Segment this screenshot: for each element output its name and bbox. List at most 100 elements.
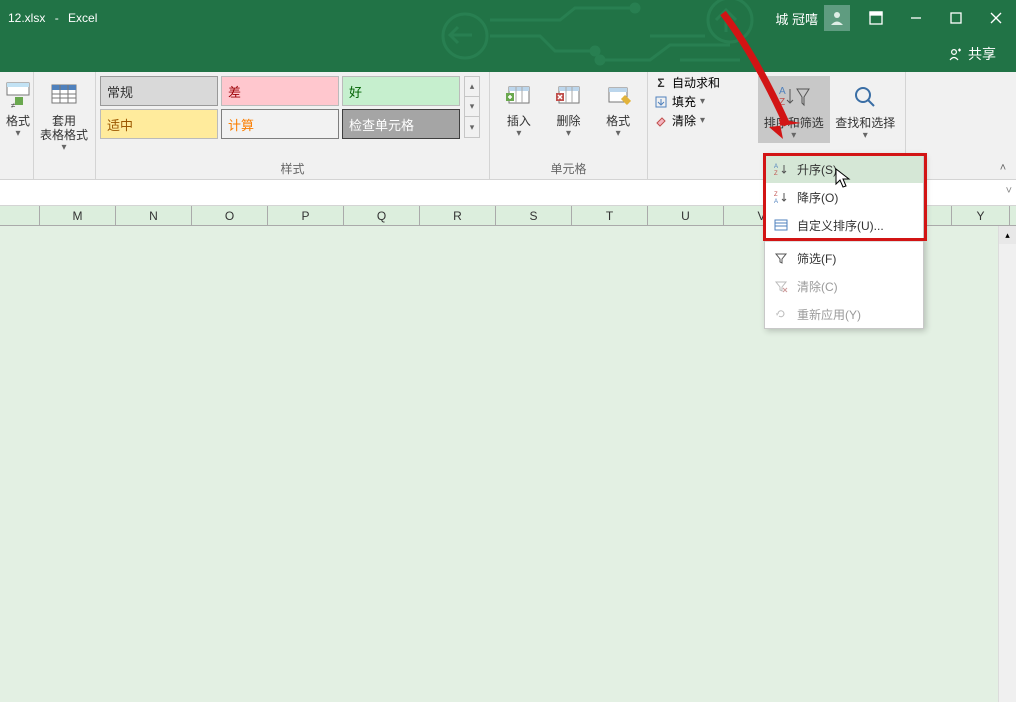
style-good[interactable]: 好 bbox=[342, 76, 460, 106]
group-label-cells: 单元格 bbox=[490, 157, 647, 179]
share-icon bbox=[948, 47, 962, 61]
vertical-scrollbar[interactable]: ▴ bbox=[998, 226, 1016, 702]
style-calculation[interactable]: 计算 bbox=[221, 109, 339, 139]
insert-icon bbox=[506, 78, 532, 112]
col-header[interactable]: R bbox=[420, 206, 496, 225]
table-format-icon bbox=[50, 78, 78, 112]
fill-down-icon bbox=[654, 95, 668, 109]
clear-filter-icon bbox=[773, 278, 789, 294]
svg-text:Z: Z bbox=[774, 171, 778, 176]
window-title: 12.xlsx - Excel bbox=[0, 11, 97, 25]
group-table-format: 套用表格格式 ▾ bbox=[34, 72, 96, 179]
user-avatar-icon bbox=[824, 5, 850, 31]
find-select-button[interactable]: 查找和选择 ▾ bbox=[830, 76, 902, 143]
format-icon bbox=[605, 78, 631, 112]
sigma-icon: Σ bbox=[654, 76, 668, 90]
format-button[interactable]: 格式 ▾ bbox=[593, 76, 643, 141]
menu-custom-sort[interactable]: 自定义排序(U)... bbox=[765, 211, 923, 239]
group-cells: 插入 ▾ 删除 ▾ 格式 ▾ 单元格 bbox=[490, 72, 648, 179]
share-button[interactable]: 共享 bbox=[948, 44, 996, 64]
menu-label: 筛选(F) bbox=[797, 250, 836, 267]
svg-text:Z: Z bbox=[774, 192, 778, 198]
menu-filter[interactable]: 筛选(F) bbox=[765, 244, 923, 272]
clear-button[interactable]: 清除 ▾ bbox=[652, 112, 705, 129]
delete-button[interactable]: 删除 ▾ bbox=[544, 76, 594, 141]
menu-label: 重新应用(Y) bbox=[797, 306, 861, 323]
minimize-button[interactable] bbox=[896, 0, 936, 36]
expand-formula-icon[interactable]: ˅ bbox=[1006, 185, 1012, 197]
chevron-down-icon: ▾ bbox=[863, 130, 868, 141]
menu-reapply: 重新应用(Y) bbox=[765, 300, 923, 328]
share-row: 共享 bbox=[0, 36, 1016, 72]
scroll-up-icon[interactable]: ▴ bbox=[999, 226, 1016, 244]
gallery-more-icon[interactable]: ▾ bbox=[465, 117, 479, 137]
col-header[interactable]: S bbox=[496, 206, 572, 225]
close-button[interactable] bbox=[976, 0, 1016, 36]
sort-asc-icon: AZ bbox=[773, 161, 789, 177]
sort-filter-icon: AZ bbox=[777, 80, 811, 114]
custom-sort-icon bbox=[773, 217, 789, 233]
sort-filter-button[interactable]: AZ 排序和筛选 ▾ bbox=[758, 76, 830, 143]
reapply-icon bbox=[773, 306, 789, 322]
chevron-down-icon: ▾ bbox=[566, 128, 571, 139]
col-header[interactable]: M bbox=[40, 206, 116, 225]
conditional-format-button[interactable]: ≠ 格式 ▾ bbox=[4, 76, 32, 141]
col-header[interactable]: T bbox=[572, 206, 648, 225]
table-format-button[interactable]: 套用表格格式 ▾ bbox=[38, 76, 90, 155]
user-account[interactable]: 城 冠嘻 bbox=[769, 4, 856, 32]
group-label-styles: 样式 bbox=[96, 157, 489, 179]
menu-separator bbox=[765, 241, 923, 242]
menu-label: 清除(C) bbox=[797, 278, 838, 295]
chevron-down-icon: ▾ bbox=[616, 128, 621, 139]
col-header[interactable]: U bbox=[648, 206, 724, 225]
col-header[interactable]: Q bbox=[344, 206, 420, 225]
insert-button[interactable]: 插入 ▾ bbox=[494, 76, 544, 141]
app-name: Excel bbox=[68, 11, 97, 25]
col-header[interactable]: N bbox=[116, 206, 192, 225]
group-styles: 常规 差 好 适中 计算 检查单元格 ▴ ▾ ▾ 样式 bbox=[96, 72, 490, 179]
sort-filter-menu: AZ 升序(S) ZA 降序(O) 自定义排序(U)... 筛选(F) 清除(C… bbox=[764, 154, 924, 329]
share-label: 共享 bbox=[968, 44, 996, 64]
autosum-button[interactable]: Σ 自动求和 bbox=[652, 74, 720, 91]
gallery-up-icon[interactable]: ▴ bbox=[465, 77, 479, 97]
style-bad[interactable]: 差 bbox=[221, 76, 339, 106]
sort-desc-icon: ZA bbox=[773, 189, 789, 205]
svg-text:≠: ≠ bbox=[11, 101, 16, 109]
svg-text:A: A bbox=[774, 199, 778, 204]
user-name: 城 冠嘻 bbox=[775, 9, 818, 28]
col-header[interactable]: O bbox=[192, 206, 268, 225]
chevron-down-icon: ▾ bbox=[700, 96, 705, 107]
chevron-down-icon: ▾ bbox=[791, 130, 796, 141]
fill-button[interactable]: 填充 ▾ bbox=[652, 93, 705, 110]
col-header[interactable]: Y bbox=[952, 206, 1010, 225]
svg-text:Z: Z bbox=[779, 97, 785, 108]
menu-label: 升序(S) bbox=[797, 161, 837, 178]
chevron-down-icon: ▾ bbox=[15, 128, 20, 139]
col-header[interactable] bbox=[0, 206, 40, 225]
eraser-icon bbox=[654, 114, 668, 128]
menu-sort-ascending[interactable]: AZ 升序(S) bbox=[765, 155, 923, 183]
menu-label: 降序(O) bbox=[797, 189, 838, 206]
style-normal[interactable]: 常规 bbox=[100, 76, 218, 106]
menu-clear: 清除(C) bbox=[765, 272, 923, 300]
style-neutral[interactable]: 适中 bbox=[100, 109, 218, 139]
filter-icon bbox=[773, 250, 789, 266]
gallery-down-icon[interactable]: ▾ bbox=[465, 97, 479, 117]
gallery-spinner[interactable]: ▴ ▾ ▾ bbox=[464, 76, 480, 138]
title-right: 城 冠嘻 bbox=[769, 0, 1016, 36]
chevron-down-icon: ▾ bbox=[516, 128, 521, 139]
chevron-down-icon: ▾ bbox=[61, 142, 66, 153]
svg-text:A: A bbox=[779, 86, 786, 97]
ribbon-options-button[interactable] bbox=[856, 0, 896, 36]
chevron-down-icon: ▾ bbox=[700, 115, 705, 126]
collapse-ribbon-button[interactable]: ˄ bbox=[996, 161, 1010, 175]
menu-sort-descending[interactable]: ZA 降序(O) bbox=[765, 183, 923, 211]
styles-gallery[interactable]: 常规 差 好 适中 计算 检查单元格 bbox=[100, 76, 460, 139]
group-editing-small: Σ 自动求和 填充 ▾ 清除 ▾ bbox=[648, 72, 754, 179]
search-icon bbox=[851, 80, 879, 114]
svg-text:A: A bbox=[774, 164, 778, 170]
menu-label: 自定义排序(U)... bbox=[797, 217, 884, 234]
style-check-cell[interactable]: 检查单元格 bbox=[342, 109, 460, 139]
col-header[interactable]: P bbox=[268, 206, 344, 225]
maximize-button[interactable] bbox=[936, 0, 976, 36]
